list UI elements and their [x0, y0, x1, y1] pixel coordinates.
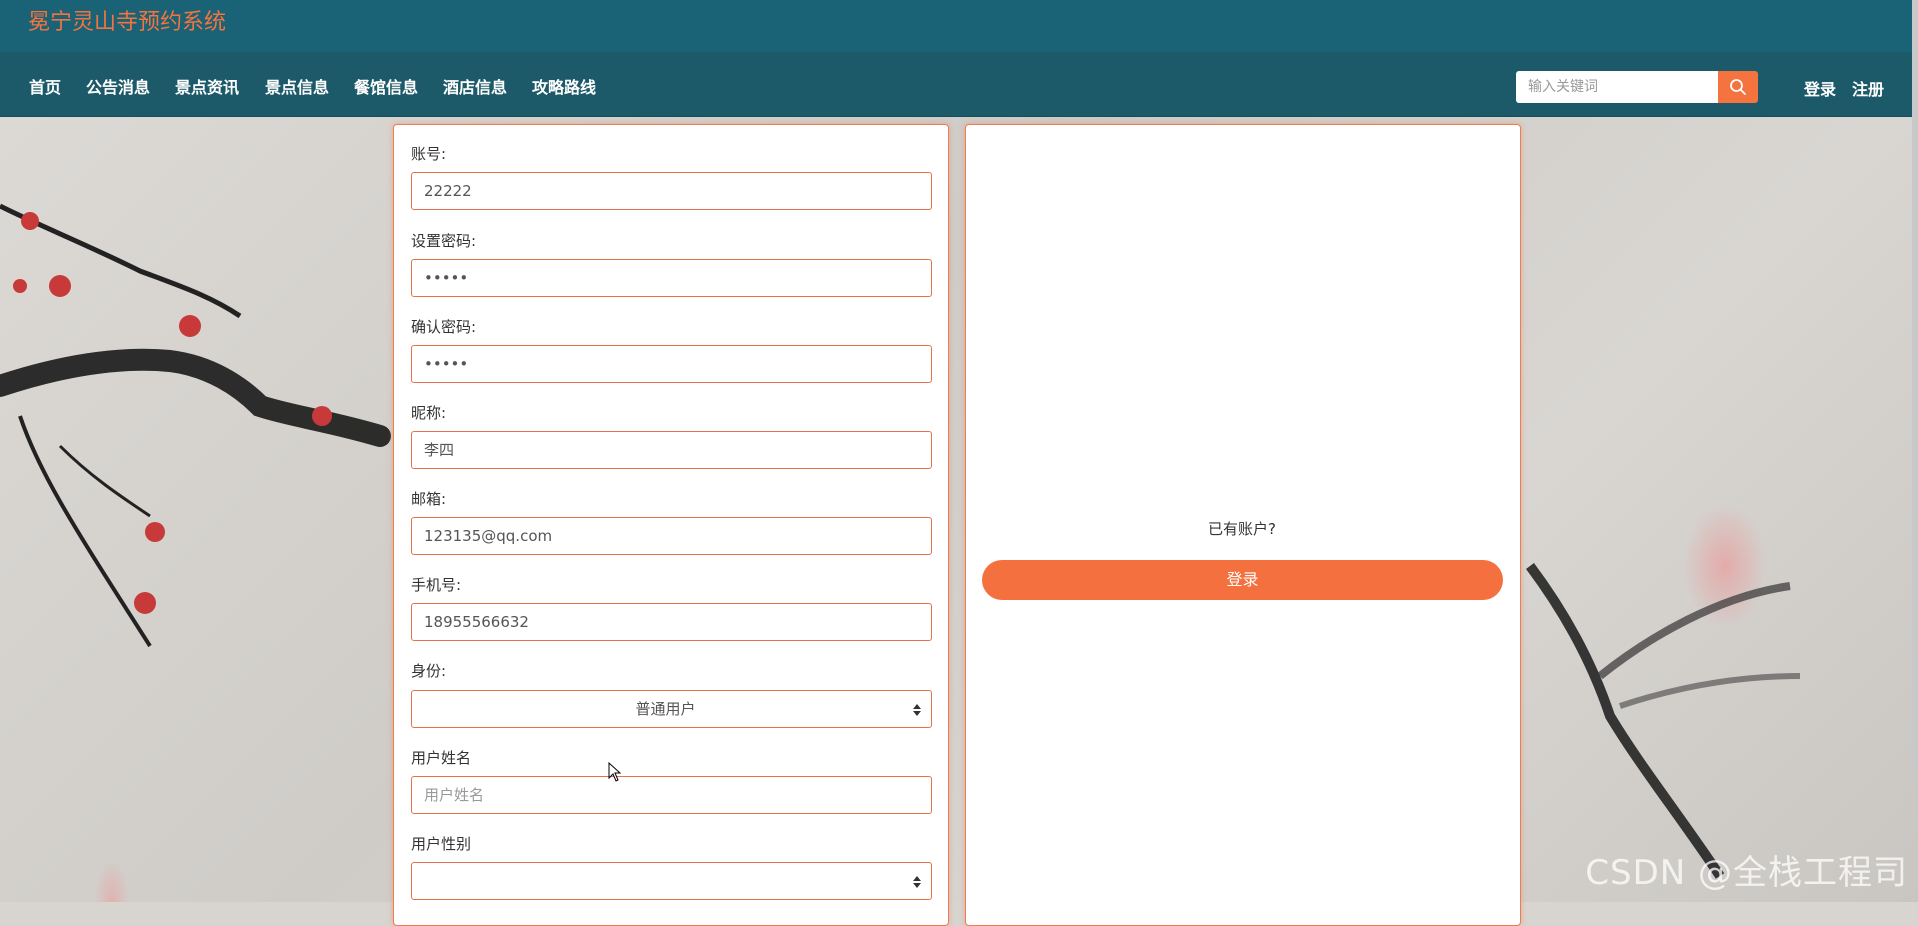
nav-item-routes[interactable]: 攻略路线 [532, 74, 596, 98]
nav-item-home[interactable]: 首页 [29, 74, 61, 98]
login-button[interactable]: 登录 [982, 560, 1503, 600]
user-gender-label: 用户性别 [411, 835, 472, 853]
phone-label: 手机号: [411, 576, 462, 594]
user-name-label: 用户姓名 [411, 749, 472, 767]
nav-register-link[interactable]: 注册 [1852, 76, 1884, 100]
select-arrows-icon [913, 876, 921, 888]
background-painting [0, 116, 1918, 902]
account-label: 账号: [411, 145, 447, 163]
role-select[interactable]: 普通用户 [411, 690, 932, 728]
user-gender-select[interactable] [411, 862, 932, 900]
confirm-password-input[interactable]: ••••• [411, 345, 932, 383]
nickname-input[interactable]: 李四 [411, 431, 932, 469]
nav-login-link[interactable]: 登录 [1804, 76, 1836, 100]
search-icon [1730, 79, 1746, 95]
user-name-input[interactable]: 用户姓名 [411, 776, 932, 814]
password-label: 设置密码: [411, 232, 477, 250]
role-label: 身份: [411, 662, 447, 680]
account-input[interactable]: 22222 [411, 172, 932, 210]
phone-input[interactable]: 18955566632 [411, 603, 932, 641]
role-select-value: 普通用户 [635, 700, 696, 718]
has-account-text: 已有账户? [1208, 520, 1276, 538]
search-input[interactable] [1516, 71, 1718, 103]
select-arrows-icon [913, 704, 921, 716]
nav-item-announcements[interactable]: 公告消息 [86, 74, 150, 98]
nickname-label: 昵称: [411, 404, 447, 422]
confirm-password-label: 确认密码: [411, 318, 477, 336]
nav-item-restaurants[interactable]: 餐馆信息 [354, 74, 418, 98]
nav-item-scenic-news[interactable]: 景点资讯 [175, 74, 239, 98]
top-header: 冕宁灵山寺预约系统 [0, 0, 1918, 52]
email-label: 邮箱: [411, 490, 447, 508]
mouse-cursor-icon [608, 762, 622, 782]
nav-item-hotels[interactable]: 酒店信息 [443, 74, 507, 98]
email-input[interactable]: 123135@qq.com [411, 517, 932, 555]
watermark: CSDN @全栈工程司 [1585, 853, 1908, 893]
scrollbar[interactable] [1912, 0, 1918, 780]
password-input[interactable]: ••••• [411, 259, 932, 297]
search-button[interactable] [1718, 71, 1758, 103]
site-title[interactable]: 冕宁灵山寺预约系统 [28, 4, 226, 36]
nav-item-scenic-info[interactable]: 景点信息 [265, 74, 329, 98]
